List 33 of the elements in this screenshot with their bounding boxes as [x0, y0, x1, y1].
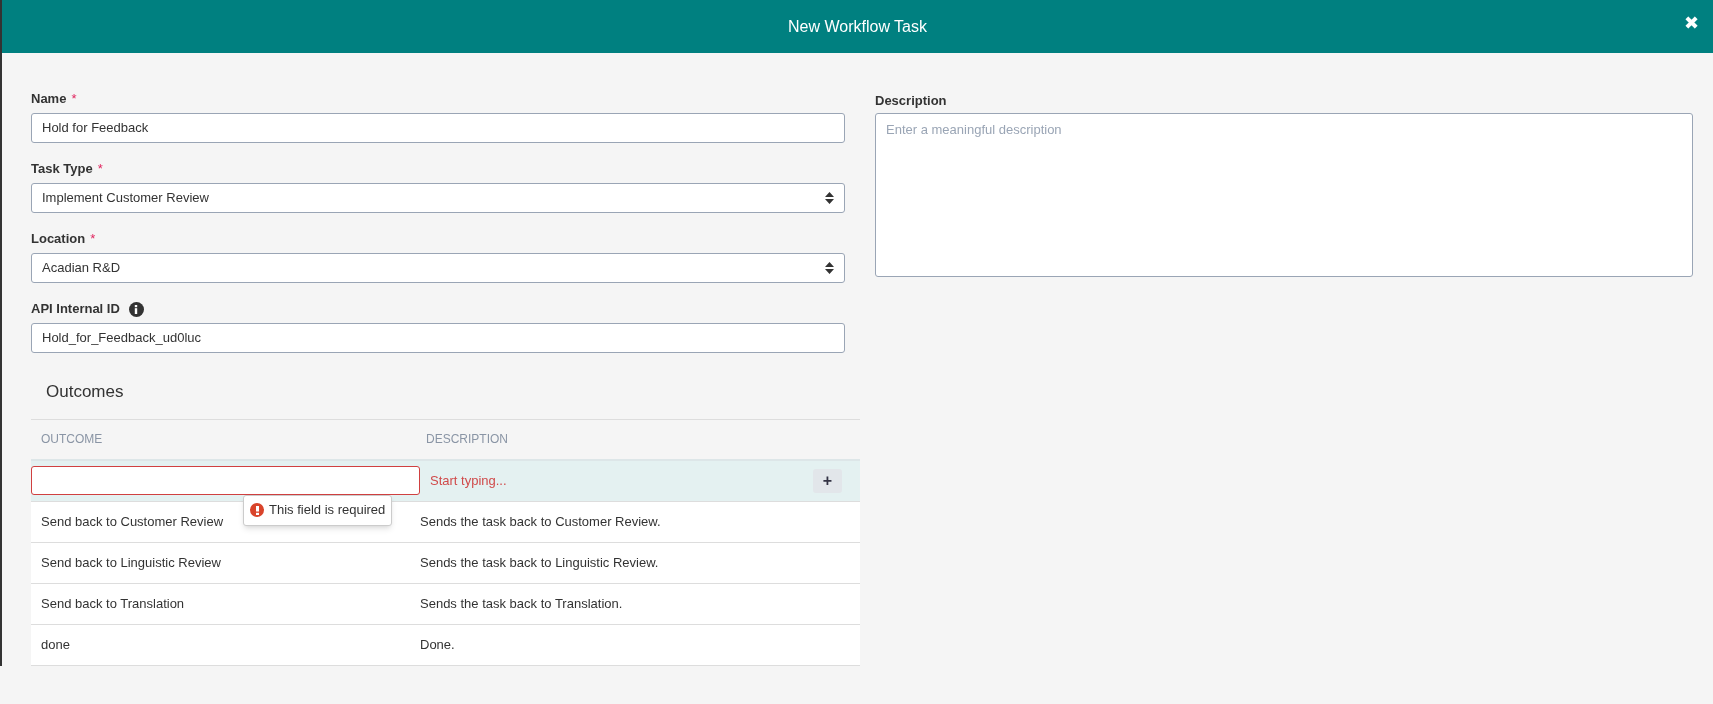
table-cell-text: Send back to Translation [40, 594, 186, 613]
table-cell-text: Done. [419, 635, 456, 654]
dialog-title: New Workflow Task [788, 16, 927, 37]
error-icon [250, 503, 264, 517]
input-field[interactable]: Hold for Feedback [31, 113, 845, 143]
sort-caret-icon [825, 262, 834, 274]
field-label: Name [31, 90, 67, 109]
select-field[interactable]: Acadian R&D [31, 253, 845, 283]
required-mark: * [90, 230, 96, 249]
required-mark: * [97, 160, 103, 179]
section-title: Outcomes [46, 381, 125, 403]
input-field[interactable]: Hold_for_Feedback_ud0luc [31, 323, 845, 353]
field-label: API Internal ID [31, 300, 120, 319]
table-cell-text: Sends the task back to Translation. [419, 594, 624, 613]
required-mark: * [71, 90, 77, 109]
outcome-input-field[interactable] [31, 466, 420, 495]
info-icon[interactable] [128, 301, 144, 317]
field-label: Description [875, 92, 948, 107]
table-cell-text: Send back to Linguistic Review [40, 553, 222, 572]
add-button[interactable]: + [813, 468, 842, 493]
description-input-field[interactable]: Start typing... [430, 470, 813, 491]
table-cell-text: done [40, 635, 71, 654]
error-message: This field is required [269, 501, 386, 520]
field-label: Location [31, 230, 86, 249]
select-field[interactable]: Implement Customer Review [31, 183, 845, 213]
column-header: DESCRIPTION [425, 431, 509, 448]
description-textarea[interactable]: Enter a meaningful description [875, 113, 1693, 277]
sort-caret-icon [825, 192, 834, 204]
table-cell-text: Sends the task back to Customer Review. [419, 512, 662, 531]
close-button[interactable]: ✖ [1684, 14, 1699, 32]
column-header: OUTCOME [40, 431, 104, 448]
field-label: Task Type [31, 160, 93, 179]
table-cell-text: Sends the task back to Linguistic Review. [419, 553, 660, 572]
